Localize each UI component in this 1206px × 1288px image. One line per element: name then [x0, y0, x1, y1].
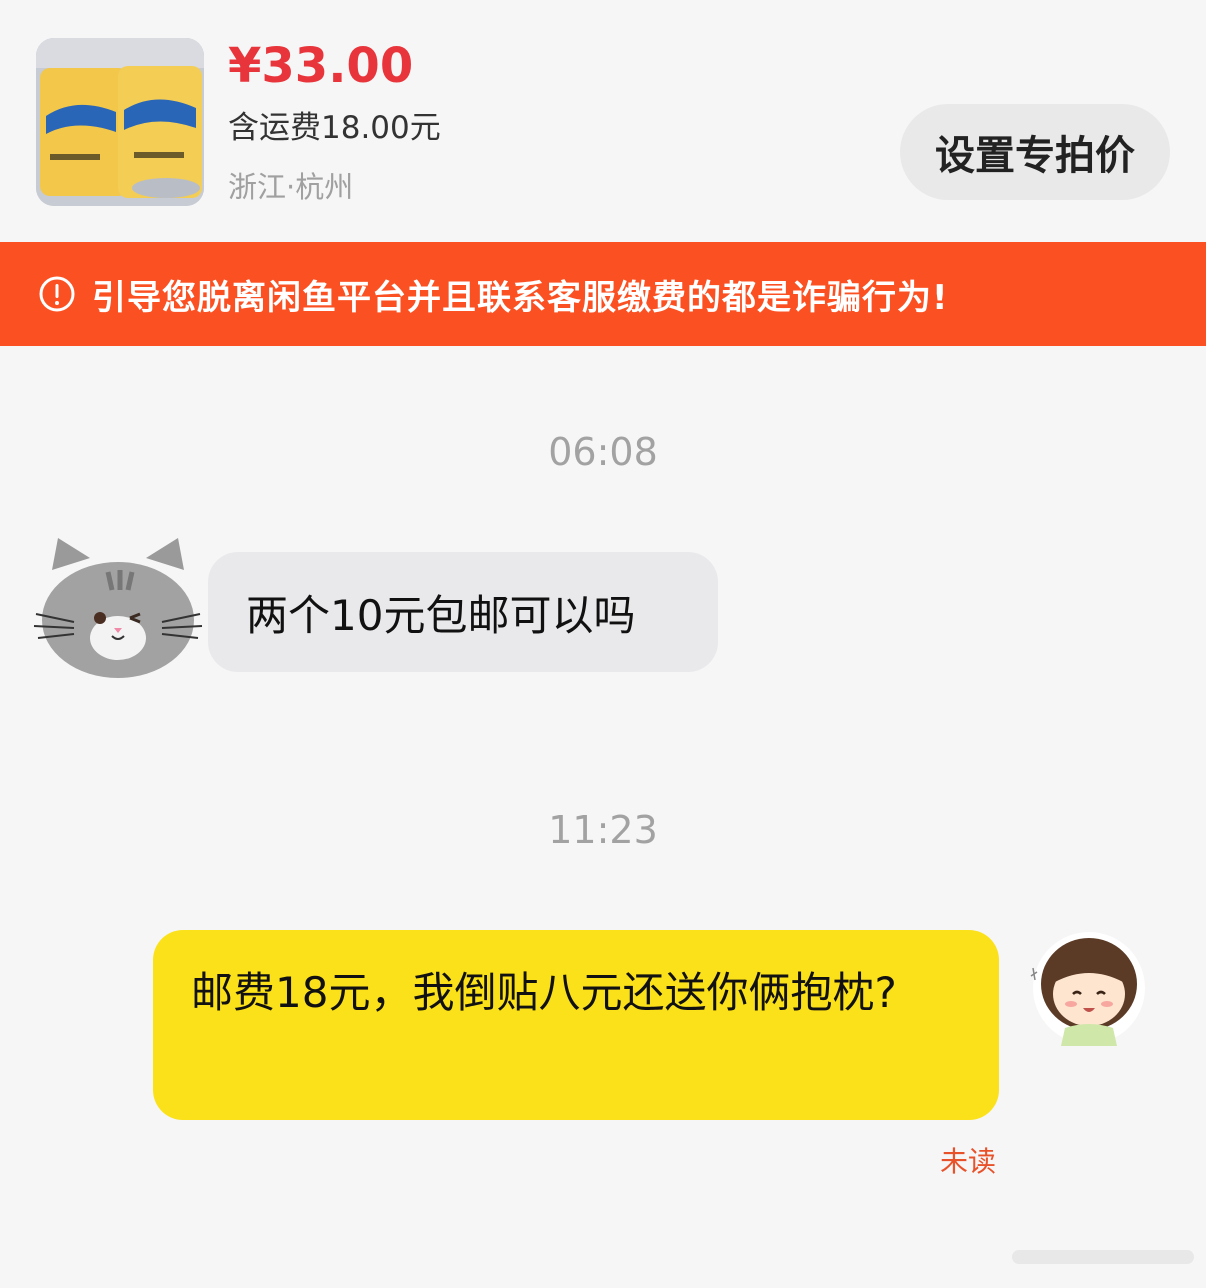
home-indicator[interactable]	[1012, 1250, 1194, 1264]
item-header: ¥33.00 含运费18.00元 浙江·杭州 设置专拍价	[0, 0, 1206, 242]
product-thumbnail[interactable]	[36, 38, 204, 206]
warning-text: 引导您脱离闲鱼平台并且联系客服缴费的都是诈骗行为!	[92, 277, 949, 318]
message-timestamp: 11:23	[548, 808, 658, 852]
exclamation-circle-icon	[39, 276, 75, 312]
fraud-warning-banner: 引导您脱离闲鱼平台并且联系客服缴费的都是诈骗行为!	[0, 242, 1206, 346]
item-location: 浙江·杭州	[228, 170, 354, 204]
cat-avatar-icon	[33, 538, 203, 678]
anime-girl-avatar-icon	[1030, 932, 1145, 1046]
set-special-price-button[interactable]: 设置专拍价	[900, 104, 1170, 200]
message-timestamp: 06:08	[548, 430, 658, 474]
cat-avatar[interactable]	[28, 530, 208, 680]
item-price: ¥33.00	[228, 38, 414, 94]
sent-message-bubble[interactable]: 邮费18元，我倒贴八元还送你俩抱枕?	[153, 930, 999, 1120]
shipping-fee: 含运费18.00元	[228, 110, 441, 146]
anime-girl-avatar[interactable]	[1025, 928, 1149, 1052]
received-message-bubble[interactable]: 两个10元包邮可以吗	[208, 552, 718, 672]
product-image	[36, 38, 204, 206]
unread-status: 未读	[940, 1145, 997, 1178]
